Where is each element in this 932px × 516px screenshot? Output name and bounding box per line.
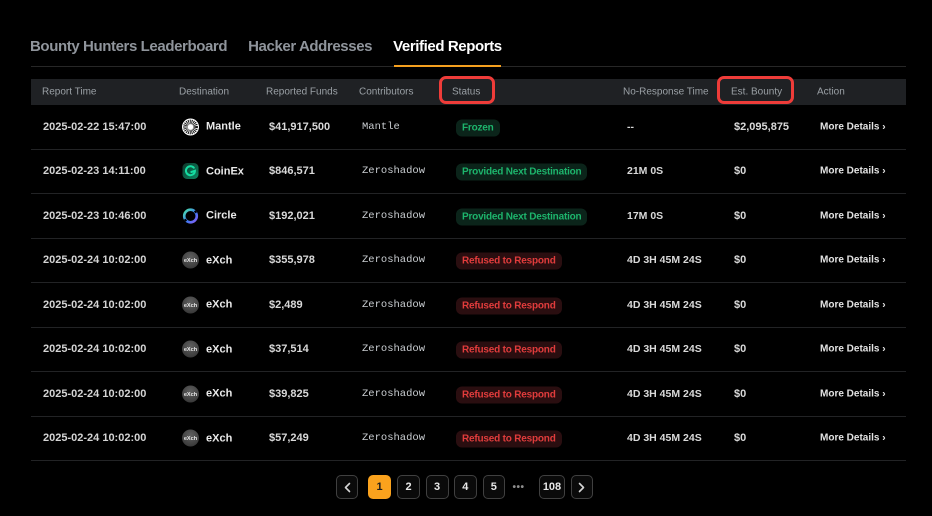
svg-text:eXch: eXch: [184, 436, 198, 442]
svg-text:eXch: eXch: [184, 347, 198, 353]
svg-text:eXch: eXch: [184, 258, 198, 264]
svg-text:eXch: eXch: [184, 392, 198, 398]
svg-text:eXch: eXch: [184, 303, 198, 309]
